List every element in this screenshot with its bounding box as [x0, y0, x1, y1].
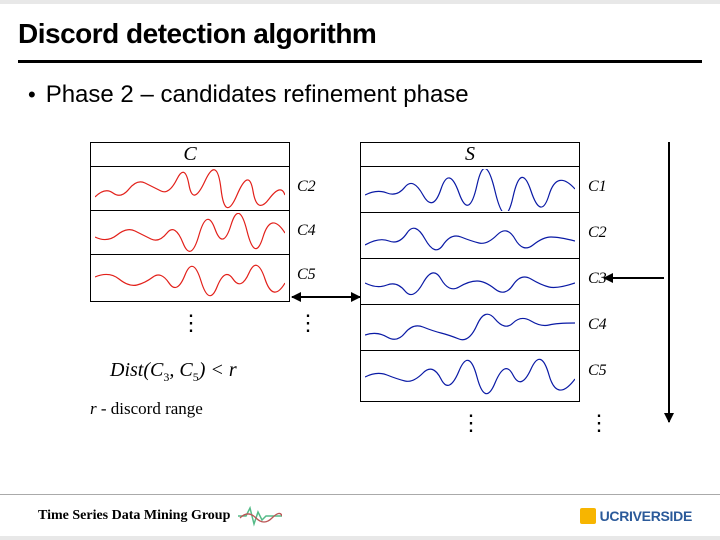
panel-c-row — [91, 167, 289, 211]
panel-s-row — [361, 167, 579, 213]
bullet-dot-icon: • — [28, 84, 36, 106]
ucr-riverside: RIVERSIDE — [619, 508, 692, 524]
ucr-logo: UCRIVERSIDE — [580, 508, 692, 524]
panel-s-row — [361, 259, 579, 305]
panel-s-row-label: C5 — [588, 362, 607, 380]
ucr-text: UCRIVERSIDE — [600, 508, 692, 524]
panel-s-row — [361, 213, 579, 259]
panel-c-row-label: C5 — [297, 266, 316, 284]
vertical-ellipsis-icon: ⋮ — [297, 310, 317, 336]
ucr-badge-icon — [580, 508, 596, 524]
r-text: discord range — [111, 399, 203, 418]
r-symbol: r — [90, 399, 97, 418]
title-band: Discord detection algorithm — [0, 4, 720, 56]
panel-s-row — [361, 305, 579, 351]
arrow-bidirectional-icon — [292, 296, 360, 298]
formula-text: Dist(C3, C5) < r — [110, 359, 237, 381]
footer-left: Time Series Data Mining Group — [38, 504, 282, 528]
footer-group-name: Time Series Data Mining Group — [38, 508, 230, 524]
r-definition: r - discord range — [90, 399, 203, 419]
r-separator: - — [101, 399, 111, 418]
waveform-icon — [95, 213, 285, 253]
slide: Discord detection algorithm • Phase 2 – … — [0, 4, 720, 536]
waveform-icon — [365, 261, 575, 303]
vertical-ellipsis-icon: ⋮ — [180, 310, 200, 336]
panel-c-row — [91, 255, 289, 299]
footer: Time Series Data Mining Group UCRIVERSID… — [0, 494, 720, 536]
panel-s-row-label: C2 — [588, 224, 607, 242]
vertical-ellipsis-icon: ⋮ — [588, 410, 608, 436]
panel-c: C — [90, 142, 290, 302]
mini-waveform-icon — [238, 504, 282, 528]
waveform-icon — [365, 215, 575, 257]
vertical-ellipsis-icon: ⋮ — [460, 410, 480, 436]
waveform-icon — [95, 257, 285, 297]
panel-c-row-label: C2 — [297, 178, 316, 196]
panel-c-row — [91, 211, 289, 255]
diagram: C C2 C4 C5 ⋮ ⋮ S — [60, 134, 680, 456]
page-title: Discord detection algorithm — [18, 18, 702, 50]
panel-c-header: C — [91, 143, 289, 167]
bullet-row: • Phase 2 – candidates refinement phase — [28, 81, 692, 109]
ucr-uc: UC — [600, 508, 620, 524]
panel-s-row — [361, 351, 579, 397]
panel-s-header: S — [361, 143, 579, 167]
bullet-text: Phase 2 – candidates refinement phase — [46, 81, 469, 109]
distance-formula: Dist(C3, C5) < r — [110, 359, 237, 385]
panel-s: S — [360, 142, 580, 402]
panel-s-row-label: C1 — [588, 178, 607, 196]
arrow-down-icon — [668, 142, 670, 422]
waveform-icon — [95, 169, 285, 209]
content-area: • Phase 2 – candidates refinement phase — [0, 63, 720, 109]
waveform-icon — [365, 353, 575, 395]
waveform-icon — [365, 307, 575, 349]
waveform-icon — [365, 169, 575, 211]
arrow-left-icon — [604, 277, 664, 279]
panel-s-row-label: C4 — [588, 316, 607, 334]
panel-c-row-label: C4 — [297, 222, 316, 240]
